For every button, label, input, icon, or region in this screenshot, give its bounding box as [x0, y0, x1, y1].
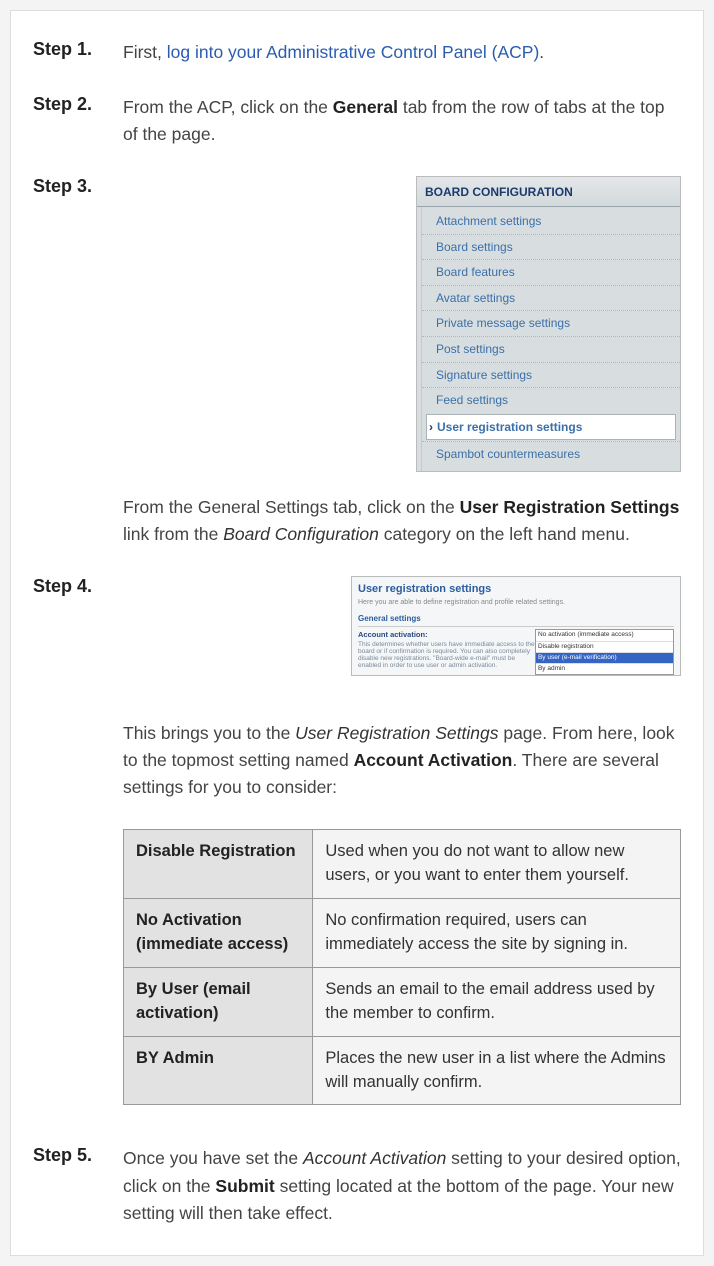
s3-a: From the General Settings tab, click on …: [123, 497, 460, 517]
step-1: Step 1. First, log into your Administrat…: [33, 39, 681, 66]
ss2-title: User registration settings: [358, 581, 674, 598]
menu-item: Post settings: [422, 336, 680, 362]
step-2-body: From the ACP, click on the General tab f…: [123, 94, 681, 148]
menu-item-highlight: User registration settings: [426, 414, 676, 441]
s3-italic: Board Configuration: [223, 524, 379, 544]
step-2-t1: From the ACP, click on the: [123, 97, 333, 117]
ss2-general: General settings: [358, 613, 674, 627]
step-4-label: Step 4.: [33, 576, 123, 1105]
menu-item: Signature settings: [422, 362, 680, 388]
menu-item: Feed settings: [422, 387, 680, 413]
ss2-sub: Here you are able to define registration…: [358, 598, 674, 609]
menu-item: Board features: [422, 259, 680, 285]
table-row: No Activation (immediate access)No confi…: [124, 898, 681, 967]
step-4-para: This brings you to the User Registration…: [123, 720, 681, 801]
menu-item: Avatar settings: [422, 285, 680, 311]
step-2-label: Step 2.: [33, 94, 123, 148]
board-config-menu: Attachment settings Board settings Board…: [421, 207, 680, 471]
opt-key: BY Admin: [124, 1036, 313, 1105]
s4-i: User Registration Settings: [295, 723, 498, 743]
opt-key: By User (email activation): [124, 967, 313, 1036]
step-5-label: Step 5.: [33, 1145, 123, 1226]
acp-login-link[interactable]: log into your Administrative Control Pan…: [167, 42, 540, 62]
step-2: Step 2. From the ACP, click on the Gener…: [33, 94, 681, 148]
s4-bold: Account Activation: [354, 750, 513, 770]
ss2-opt: No activation (immediate access): [536, 630, 673, 640]
s3-c: category on the left hand menu.: [379, 524, 630, 544]
opt-val: Places the new user in a list where the …: [313, 1036, 681, 1105]
step-4-body: User registration settings Here you are …: [123, 576, 681, 1105]
opt-key: Disable Registration: [124, 830, 313, 899]
s5-i: Account Activation: [303, 1148, 446, 1168]
step-3: Step 3. BOARD CONFIGURATION Attachment s…: [33, 176, 681, 548]
step-3-body: BOARD CONFIGURATION Attachment settings …: [123, 176, 681, 548]
menu-item: Board settings: [422, 234, 680, 260]
step-3-para: From the General Settings tab, click on …: [123, 494, 681, 548]
user-reg-screenshot: User registration settings Here you are …: [351, 576, 681, 676]
s3-b: link from the: [123, 524, 223, 544]
table-row: By User (email activation)Sends an email…: [124, 967, 681, 1036]
step-1-pre: First,: [123, 42, 167, 62]
board-config-screenshot: BOARD CONFIGURATION Attachment settings …: [416, 176, 681, 472]
instruction-document: Step 1. First, log into your Administrat…: [10, 10, 704, 1256]
step-5-body: Once you have set the Account Activation…: [123, 1145, 681, 1226]
s5-a: Once you have set the: [123, 1148, 303, 1168]
s3-bold: User Registration Settings: [460, 497, 680, 517]
s4-a: This brings you to the: [123, 723, 295, 743]
ss2-opt-selected: By user (e-mail verification): [536, 652, 673, 663]
step-1-body: First, log into your Administrative Cont…: [123, 39, 681, 66]
opt-val: Used when you do not want to allow new u…: [313, 830, 681, 899]
opt-val: Sends an email to the email address used…: [313, 967, 681, 1036]
table-row: BY AdminPlaces the new user in a list wh…: [124, 1036, 681, 1105]
board-config-header: BOARD CONFIGURATION: [417, 177, 680, 207]
step-2-bold: General: [333, 97, 398, 117]
step-4: Step 4. User registration settings Here …: [33, 576, 681, 1105]
ss2-acc-sub: This determines whether users have immed…: [358, 641, 535, 670]
ss2-row: Account activation: This determines whet…: [358, 629, 674, 674]
ss2-select: No activation (immediate access) Disable…: [535, 629, 674, 674]
menu-item: Attachment settings: [422, 209, 680, 234]
step-1-label: Step 1.: [33, 39, 123, 66]
ss2-acc-label: Account activation: This determines whet…: [358, 629, 535, 674]
opt-val: No confirmation required, users can imme…: [313, 898, 681, 967]
activation-options-table: Disable RegistrationUsed when you do not…: [123, 829, 681, 1105]
menu-item: Spambot countermeasures: [422, 441, 680, 467]
ss2-opt: Disable registration: [536, 641, 673, 652]
step-3-label: Step 3.: [33, 176, 123, 548]
menu-item: Private message settings: [422, 310, 680, 336]
s5-bold: Submit: [215, 1176, 274, 1196]
table-row: Disable RegistrationUsed when you do not…: [124, 830, 681, 899]
opt-key: No Activation (immediate access): [124, 898, 313, 967]
ss2-acc-label-text: Account activation:: [358, 630, 428, 639]
step-5: Step 5. Once you have set the Account Ac…: [33, 1145, 681, 1226]
step-1-post: .: [539, 42, 544, 62]
ss2-opt: By admin: [536, 663, 673, 674]
